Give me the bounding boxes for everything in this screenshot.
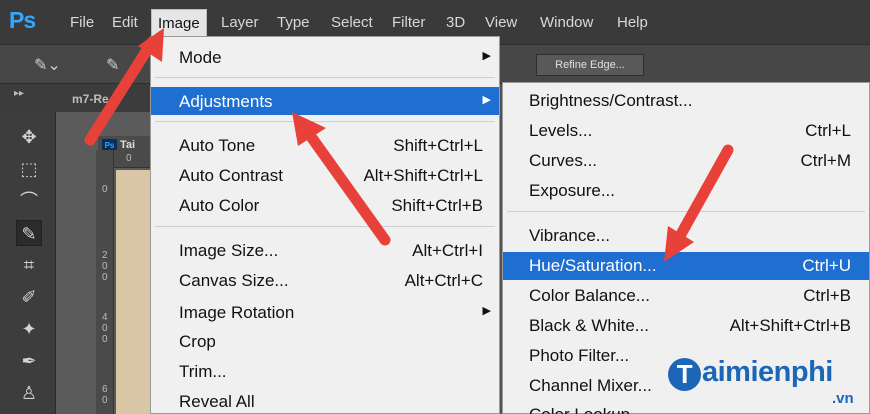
menu-view[interactable]: View xyxy=(485,14,517,31)
menu-item-mode[interactable]: Mode ▶ xyxy=(151,43,499,71)
menu-item-label: Auto Tone xyxy=(179,136,256,155)
submenu-item-color-lookup[interactable]: Color Lookup... xyxy=(503,401,869,414)
menu-edit[interactable]: Edit xyxy=(112,14,138,31)
menu-item-label: Exposure... xyxy=(529,181,615,200)
menu-item-label: Color Balance... xyxy=(529,286,650,305)
menu-item-label: Reveal All xyxy=(179,392,255,411)
brush-tool-icon[interactable]: ✒ xyxy=(16,348,42,374)
menu-item-crop[interactable]: Crop xyxy=(151,327,499,355)
ruler-v-label: 2 0 0 xyxy=(102,250,108,283)
menu-select[interactable]: Select xyxy=(331,14,373,31)
menu-item-label: Curves... xyxy=(529,151,598,170)
menu-item-label: Levels... xyxy=(529,121,593,140)
submenu-item-exposure[interactable]: Exposure... xyxy=(503,177,869,205)
menu-item-trim[interactable]: Trim... xyxy=(151,357,499,385)
menu-item-label: Channel Mixer... xyxy=(529,376,652,395)
submenu-item-curves[interactable]: Curves... Ctrl+M xyxy=(503,147,869,175)
image-menu-dropdown: Mode ▶ Adjustments ▶ Auto Tone Shift+Ctr… xyxy=(150,36,500,414)
tools-panel: ✥ ⬚ ⌒ ✎ ⌗ ✐ ✦ ✒ ♙ xyxy=(0,112,56,414)
menu-item-label: Brightness/Contrast... xyxy=(529,91,693,110)
quick-selection-tool-icon[interactable]: ✎ xyxy=(16,220,42,246)
menu-layer[interactable]: Layer xyxy=(221,14,259,31)
expand-panels-icon[interactable]: ▸▸ xyxy=(14,88,24,99)
move-tool-icon[interactable]: ✥ xyxy=(16,124,42,150)
submenu-arrow-icon: ▶ xyxy=(482,94,491,106)
menu-item-label: Image Size... xyxy=(179,241,279,260)
watermark-logo-icon: T xyxy=(668,358,701,391)
clone-stamp-tool-icon[interactable]: ♙ xyxy=(16,380,42,406)
document-tab[interactable]: m7-Re xyxy=(72,92,109,106)
crop-tool-icon[interactable]: ⌗ xyxy=(16,252,42,278)
submenu-item-vibrance[interactable]: Vibrance... xyxy=(503,222,869,250)
ruler-v-label: 0 xyxy=(102,184,108,195)
submenu-item-brightness-contrast[interactable]: Brightness/Contrast... xyxy=(503,87,869,115)
menu-item-shortcut: Ctrl+M xyxy=(800,151,851,170)
menu-separator xyxy=(155,226,495,227)
menu-item-auto-contrast[interactable]: Auto Contrast Alt+Shift+Ctrl+L xyxy=(151,161,499,189)
photoshop-logo: Ps xyxy=(9,7,36,33)
submenu-item-black-white[interactable]: Black & White... Alt+Shift+Ctrl+B xyxy=(503,312,869,340)
marquee-tool-icon[interactable]: ⬚ xyxy=(16,156,42,182)
healing-brush-tool-icon[interactable]: ✦ xyxy=(16,316,42,342)
menu-item-label: Crop xyxy=(179,332,216,351)
menu-type[interactable]: Type xyxy=(277,14,310,31)
menu-item-canvas-size[interactable]: Canvas Size... Alt+Ctrl+C xyxy=(151,266,499,294)
menu-item-shortcut: Ctrl+B xyxy=(803,286,851,305)
watermark-text: aimienphi xyxy=(702,356,833,388)
menu-item-image-size[interactable]: Image Size... Alt+Ctrl+I xyxy=(151,236,499,264)
quick-selection-tool-icon[interactable]: ✎⌄ xyxy=(34,55,61,75)
menu-item-shortcut: Alt+Ctrl+C xyxy=(404,271,483,290)
menu-item-label: Canvas Size... xyxy=(179,271,289,290)
menu-item-label: Auto Color xyxy=(179,196,260,215)
menu-item-auto-color[interactable]: Auto Color Shift+Ctrl+B xyxy=(151,191,499,219)
menu-item-label: Adjustments xyxy=(179,92,273,111)
ruler-v-label: 4 0 0 xyxy=(102,312,108,345)
menu-help[interactable]: Help xyxy=(617,14,648,31)
menu-item-label: Auto Contrast xyxy=(179,166,283,185)
menu-separator xyxy=(155,77,495,78)
menu-3d[interactable]: 3D xyxy=(446,14,465,31)
lasso-tool-icon[interactable]: ⌒ xyxy=(16,188,42,214)
menu-item-label: Mode xyxy=(179,48,222,67)
menu-item-shortcut: Ctrl+U xyxy=(802,256,851,275)
menu-item-label: Vibrance... xyxy=(529,226,610,245)
menu-item-shortcut: Shift+Ctrl+L xyxy=(393,136,483,155)
menu-item-adjustments[interactable]: Adjustments ▶ xyxy=(151,87,499,115)
submenu-arrow-icon: ▶ xyxy=(482,305,491,317)
menu-image[interactable]: Image xyxy=(151,9,207,37)
refine-edge-button[interactable]: Refine Edge... xyxy=(536,54,644,76)
menu-separator xyxy=(507,211,865,212)
submenu-item-levels[interactable]: Levels... Ctrl+L xyxy=(503,117,869,145)
menu-item-reveal-all[interactable]: Reveal All xyxy=(151,387,499,414)
menu-item-label: Black & White... xyxy=(529,316,649,335)
submenu-item-color-balance[interactable]: Color Balance... Ctrl+B xyxy=(503,282,869,310)
menu-item-label: Trim... xyxy=(179,362,227,381)
menu-item-shortcut: Alt+Shift+Ctrl+L xyxy=(363,166,483,185)
menu-item-label: Image Rotation xyxy=(179,303,295,322)
watermark-domain: .vn xyxy=(832,390,854,407)
taimienphi-watermark: Taimienphi xyxy=(668,356,833,391)
menu-item-shortcut: Shift+Ctrl+B xyxy=(391,196,483,215)
submenu-arrow-icon: ▶ xyxy=(482,50,491,62)
menu-file[interactable]: File xyxy=(70,14,94,31)
menu-item-auto-tone[interactable]: Auto Tone Shift+Ctrl+L xyxy=(151,131,499,159)
menu-item-label: Hue/Saturation... xyxy=(529,256,657,275)
menu-item-label: Photo Filter... xyxy=(529,346,630,365)
ruler-v-label: 6 0 xyxy=(102,384,108,406)
menu-filter[interactable]: Filter xyxy=(392,14,425,31)
eyedropper-tool-icon[interactable]: ✐ xyxy=(16,284,42,310)
submenu-item-hue-saturation[interactable]: Hue/Saturation... Ctrl+U xyxy=(503,252,869,280)
menu-separator xyxy=(155,121,495,122)
menu-item-shortcut: Alt+Shift+Ctrl+B xyxy=(729,316,851,335)
menu-item-label: Color Lookup... xyxy=(529,405,644,414)
menu-item-shortcut: Ctrl+L xyxy=(805,121,851,140)
ruler-h-label: 0 xyxy=(126,153,132,164)
brush-mode-icon[interactable]: ✎ xyxy=(106,55,119,75)
menu-item-image-rotation[interactable]: Image Rotation ▶ xyxy=(151,298,499,326)
menu-window[interactable]: Window xyxy=(540,14,593,31)
menu-item-shortcut: Alt+Ctrl+I xyxy=(412,241,483,260)
